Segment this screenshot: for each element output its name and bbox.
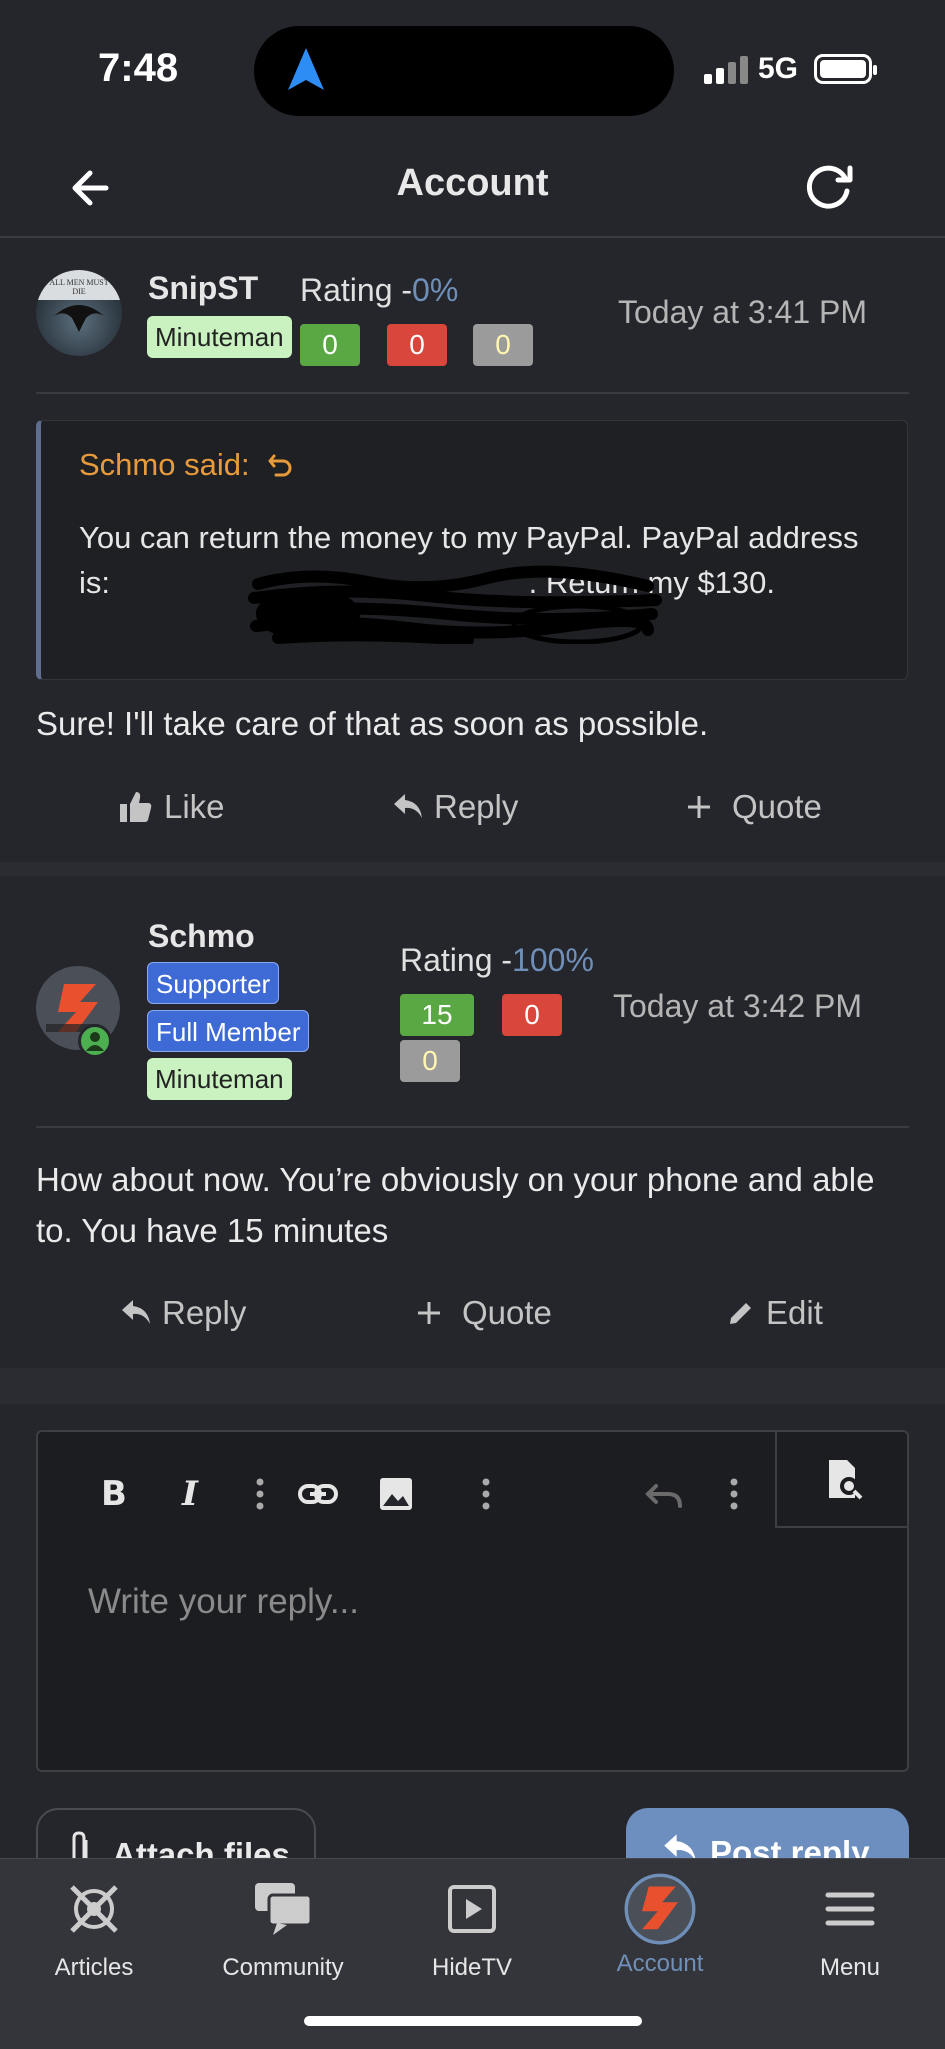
play-icon (448, 1885, 496, 1933)
quote-author[interactable]: Schmo said: (79, 447, 294, 483)
badge-minuteman: Minuteman (147, 1058, 292, 1100)
plus-icon (418, 1302, 440, 1324)
quote-button[interactable]: Quote (414, 1294, 552, 1332)
tab-menu[interactable]: Menu (770, 1877, 930, 1982)
avatar-caption: ALL MEN MUST DIE (49, 278, 109, 296)
reaction-negative[interactable]: 0 (502, 994, 562, 1036)
tab-label: Menu (819, 1954, 881, 1981)
rating: Rating -100% (400, 942, 594, 979)
like-button[interactable]: Like (118, 788, 225, 826)
home-indicator[interactable] (304, 2016, 642, 2026)
dynamic-island (254, 26, 674, 116)
network-type: 5G (758, 52, 799, 85)
thumbs-up-icon (120, 792, 152, 822)
online-status-icon (78, 1024, 112, 1058)
tab-hidetv[interactable]: HideTV (392, 1877, 552, 1982)
rating-label: Rating - (300, 272, 413, 308)
navigation-arrow-icon (288, 48, 324, 90)
like-label: Like (164, 788, 225, 825)
tab-community[interactable]: Community (203, 1877, 363, 1982)
refresh-icon[interactable] (800, 158, 858, 216)
rating-label: Rating - (400, 942, 513, 978)
more-vertical-icon[interactable] (712, 1472, 756, 1516)
italic-icon[interactable]: I (168, 1472, 212, 1516)
battery-icon (814, 54, 877, 84)
reaction-negative[interactable]: 0 (387, 324, 447, 366)
reply-editor[interactable]: B I Write your reply... (36, 1430, 909, 1772)
reaction-neutral[interactable]: 0 (400, 1040, 460, 1082)
plus-icon (688, 796, 710, 818)
quote-label: Quote (462, 1294, 552, 1331)
reply-label: Reply (162, 1294, 247, 1331)
chat-bubbles-icon (255, 1883, 313, 1935)
reaction-positive[interactable]: 15 (400, 994, 474, 1036)
post-username[interactable]: SnipST (148, 270, 258, 307)
rating-percent: 100% (512, 942, 594, 978)
tab-label: Account (616, 1950, 704, 1977)
redaction-scribble (248, 565, 662, 644)
jump-to-quote-icon[interactable] (268, 452, 294, 478)
avatar-icon (624, 1873, 696, 1945)
signal-icon (704, 56, 748, 84)
hamburger-icon (825, 1892, 875, 1926)
reply-button[interactable]: Reply (120, 1294, 246, 1332)
tab-label: Articles (54, 1954, 134, 1981)
reply-placeholder: Write your reply... (88, 1582, 359, 1621)
post-body: How about now. You’re obviously on your … (36, 1161, 875, 1249)
badge-full-member: Full Member (147, 1010, 310, 1052)
quote-author-label: Schmo said: (79, 447, 250, 482)
edit-label: Edit (766, 1294, 823, 1331)
reply-label: Reply (434, 788, 519, 825)
rating: Rating -0% (300, 272, 458, 309)
app-header: Account (0, 140, 945, 238)
articles-logo-icon (70, 1885, 118, 1933)
reaction-neutral[interactable]: 0 (473, 324, 533, 366)
badge-minuteman: Minuteman (147, 316, 292, 358)
more-vertical-icon[interactable] (238, 1472, 282, 1516)
rating-percent: 0% (412, 272, 459, 308)
pencil-icon (730, 1303, 751, 1324)
post-separator (0, 862, 945, 876)
status-bar: 7:48 5G (0, 0, 945, 140)
divider (36, 1126, 909, 1128)
tab-articles[interactable]: Articles (14, 1877, 174, 1982)
reply-icon (394, 794, 422, 818)
status-time: 7:48 (98, 46, 179, 90)
reply-button[interactable]: Reply (392, 788, 518, 826)
edit-button[interactable]: Edit (726, 1294, 823, 1332)
post-username[interactable]: Schmo (148, 918, 255, 955)
divider (36, 392, 909, 394)
preview-icon (829, 1460, 863, 1500)
reaction-positive[interactable]: 0 (300, 324, 360, 366)
bold-icon[interactable]: B (92, 1472, 136, 1516)
badge-supporter: Supporter (147, 962, 280, 1004)
post-body: Sure! I'll take care of that as soon as … (36, 705, 709, 742)
quote-button[interactable]: Quote (684, 788, 822, 826)
post-separator (0, 1368, 945, 1404)
reply-icon (122, 1300, 150, 1324)
link-icon[interactable] (296, 1472, 340, 1516)
tab-label: HideTV (431, 1954, 513, 1981)
image-icon[interactable] (374, 1472, 418, 1516)
tab-account[interactable]: Account (580, 1873, 740, 1978)
more-vertical-icon[interactable] (464, 1472, 508, 1516)
quote-label: Quote (732, 788, 822, 825)
post-date[interactable]: Today at 3:42 PM (613, 988, 862, 1025)
tab-label: Community (222, 1954, 344, 1981)
undo-icon[interactable] (642, 1472, 686, 1516)
post-date[interactable]: Today at 3:41 PM (618, 294, 867, 331)
preview-button[interactable] (775, 1430, 909, 1528)
